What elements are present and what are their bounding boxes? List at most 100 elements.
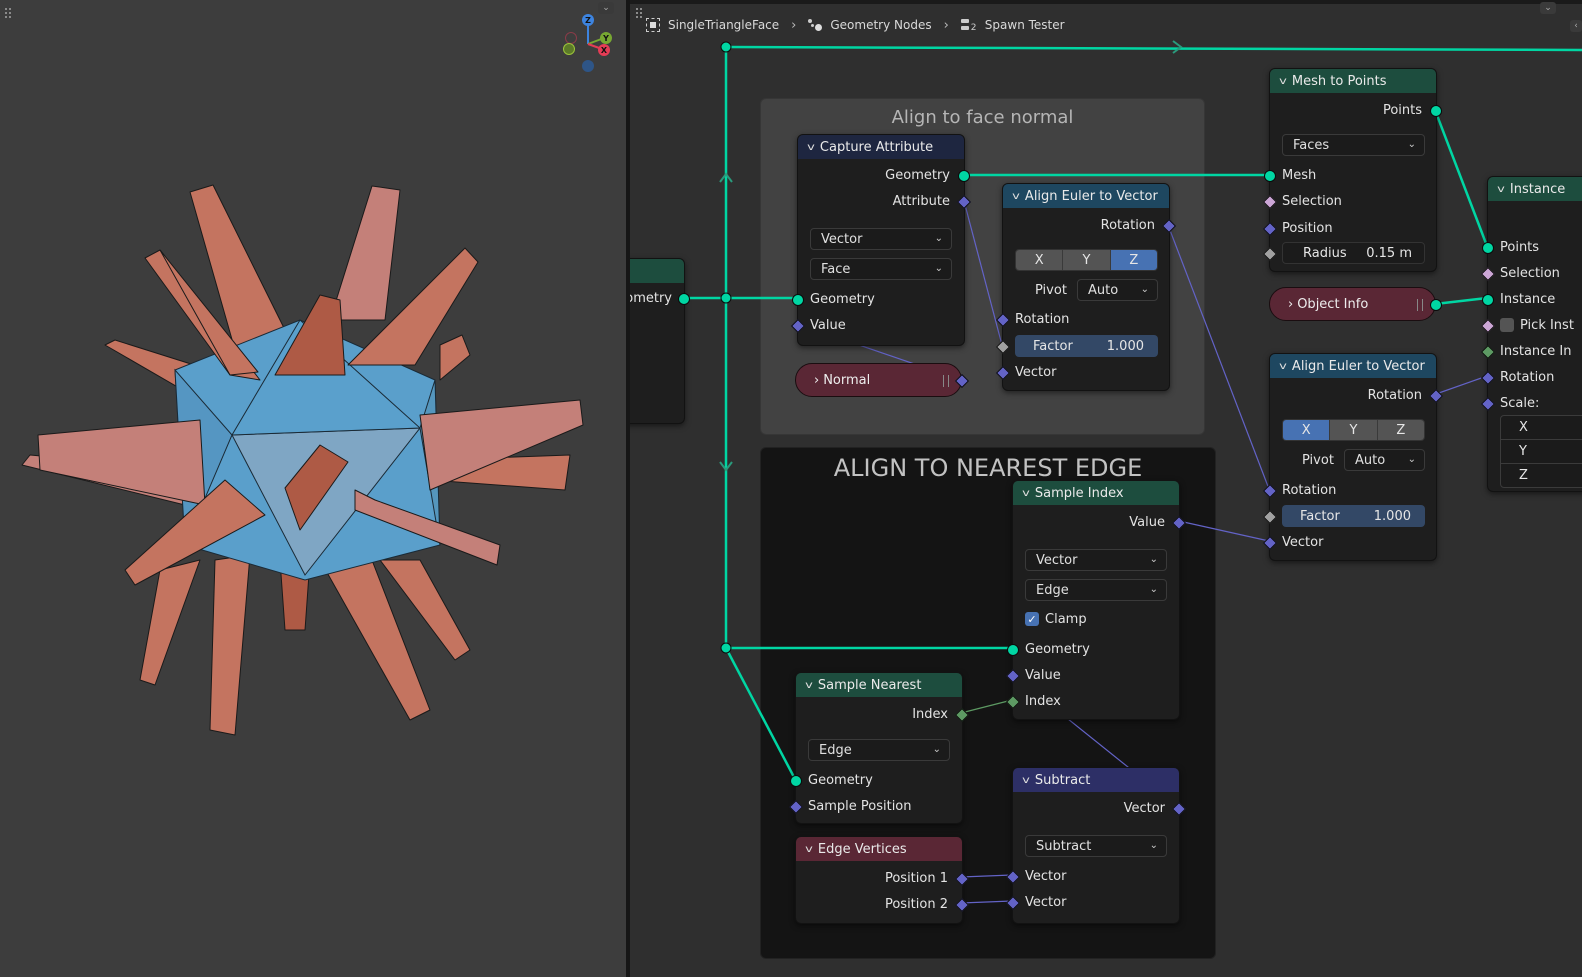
node-vector-math-subtract[interactable]: v Subtract Vector Subtract ⌄ Vector Vector	[1005, 767, 1187, 924]
scale-x-field[interactable]: X	[1501, 416, 1582, 440]
link-geometry-sample-nearest	[724, 647, 797, 780]
socket-geometry-output[interactable]	[958, 170, 970, 182]
node-header[interactable]: v Mesh to Points	[1270, 69, 1436, 93]
socket-row: Index	[912, 706, 948, 722]
socket-geometry-output[interactable]	[678, 293, 690, 305]
node-header[interactable]: v Sample Index	[1013, 481, 1179, 505]
factor-slider[interactable]: Factor 1.000	[1015, 335, 1158, 357]
node-edge-vertices[interactable]: v Edge Vertices Position 1 Position 2	[795, 836, 970, 924]
pivot-dropdown[interactable]: Auto ⌄	[1344, 449, 1425, 471]
mode-dropdown[interactable]: Faces ⌄	[1282, 134, 1425, 156]
node-normal[interactable]: › Normal	[795, 363, 962, 397]
chevron-down-icon: ⌄	[1149, 840, 1158, 851]
socket-row: Geometry	[810, 291, 875, 307]
node-header[interactable]: v Align Euler to Vector	[1270, 354, 1436, 378]
collapse-chevron-icon[interactable]: v	[805, 680, 813, 691]
socket-points-input[interactable]	[1482, 242, 1494, 254]
node-object-info[interactable]: › Object Info	[1269, 287, 1436, 321]
data-type-dropdown[interactable]: Vector ⌄	[810, 228, 952, 250]
socket-object-info-output[interactable]	[1430, 299, 1442, 311]
node-sample-nearest[interactable]: v Sample Nearest Index Edge ⌄ Geometry Sam…	[788, 672, 970, 824]
collapse-chevron-icon[interactable]: v	[1279, 76, 1287, 87]
node-header[interactable]: v Instance	[1488, 177, 1582, 201]
collapse-chevron-icon[interactable]: v	[1012, 191, 1020, 202]
socket-row: Attribute	[892, 193, 950, 209]
socket-row: Selection	[1282, 193, 1342, 209]
axis-x-button[interactable]: X	[1283, 420, 1331, 440]
pick-instance-row[interactable]: Pick Inst	[1488, 314, 1582, 336]
radius-field[interactable]: Radius 0.15 m	[1282, 242, 1425, 264]
drag-handle-icon[interactable]	[943, 375, 949, 387]
socket-row: Index	[1025, 693, 1061, 709]
socket-row: Selection	[1500, 265, 1560, 281]
domain-dropdown[interactable]: Face ⌄	[810, 258, 952, 280]
socket-points-output[interactable]	[1430, 105, 1442, 117]
scale-z-field[interactable]: Z	[1501, 464, 1582, 487]
node-capture-attribute[interactable]: v Capture Attribute Geometry Attribute Ve…	[790, 134, 972, 346]
node-editor[interactable]: ⌄ SingleTriangleFace › Geometry Nodes › …	[630, 0, 1582, 977]
socket-geometry-input[interactable]	[1007, 644, 1019, 656]
node-align-euler-to-vector[interactable]: v Align Euler to Vector Rotation X Y Z Pi…	[995, 183, 1177, 391]
expand-chevron-icon[interactable]: ›	[814, 373, 819, 388]
socket-row: Value	[1025, 667, 1061, 683]
axis-y-button[interactable]: Y	[1063, 250, 1111, 270]
socket-geometry-input[interactable]	[792, 294, 804, 306]
operation-dropdown[interactable]: Subtract ⌄	[1025, 835, 1167, 857]
link-object-instance	[1434, 296, 1488, 306]
collapse-chevron-icon[interactable]: v	[1022, 488, 1030, 499]
axis-selector[interactable]: X Y Z	[1015, 249, 1158, 271]
collapse-chevron-icon[interactable]: v	[807, 142, 815, 153]
link-geometry-top	[725, 45, 1582, 52]
3d-viewport[interactable]: ⌄ Z Y X	[0, 0, 626, 977]
socket-row: Geometry	[1025, 641, 1090, 657]
reroute-arrow-icon	[1172, 40, 1183, 54]
scale-vector-field[interactable]: X Y Z	[1500, 415, 1582, 488]
axis-z-button[interactable]: Z	[1377, 420, 1424, 440]
drag-handle-icon[interactable]	[1417, 299, 1423, 311]
axis-selector[interactable]: X Y Z	[1282, 419, 1425, 441]
viewport-scene	[21, 184, 584, 736]
node-sample-index[interactable]: v Sample Index Value Vector ⌄ Edge ⌄ ✓ Clamp…	[1005, 480, 1187, 720]
node-header[interactable]: v Align Euler to Vector	[1003, 184, 1169, 208]
link-index-index	[960, 699, 1013, 714]
domain-dropdown[interactable]: Edge ⌄	[1025, 579, 1167, 601]
node-header[interactable]: v Capture Attribute	[798, 135, 964, 159]
node-header[interactable]	[630, 259, 684, 283]
domain-dropdown[interactable]: Edge ⌄	[808, 739, 950, 761]
link-attribute-vector	[963, 200, 1003, 346]
collapse-chevron-icon[interactable]: v	[805, 844, 813, 855]
data-type-dropdown[interactable]: Vector ⌄	[1025, 549, 1167, 571]
node-header[interactable]: v Subtract	[1013, 768, 1179, 792]
socket-row-geometry-out: ometry	[630, 290, 672, 306]
socket-geometry-input[interactable]	[790, 775, 802, 787]
node-mesh-to-points[interactable]: v Mesh to Points Points Faces ⌄ Mesh Selec…	[1262, 68, 1442, 272]
axis-z-button[interactable]: Z	[1110, 250, 1157, 270]
socket-row: Instance In	[1500, 343, 1572, 359]
clamp-checkbox-row[interactable]: ✓ Clamp	[1025, 608, 1179, 630]
node-header[interactable]: v Sample Nearest	[796, 673, 962, 697]
sidebar-toggle-icon[interactable]: ‹	[1570, 20, 1582, 32]
node-instance-on-points[interactable]: v Instance Points Selection Instance Pick…	[1480, 176, 1582, 492]
scale-y-field[interactable]: Y	[1501, 440, 1582, 464]
node-header[interactable]: v Edge Vertices	[796, 837, 962, 861]
node-align-euler-to-vector[interactable]: v Align Euler to Vector Rotation X Y Z Pi…	[1262, 353, 1444, 561]
node-group-input[interactable]: ometry	[630, 258, 690, 424]
socket-row: Points	[1500, 239, 1540, 255]
socket-row: Position 1	[884, 870, 948, 886]
socket-row: Scale:	[1500, 395, 1540, 411]
collapse-chevron-icon[interactable]: v	[1497, 184, 1505, 195]
factor-slider[interactable]: Factor 1.000	[1282, 505, 1425, 527]
expand-chevron-icon[interactable]: ›	[1288, 297, 1293, 312]
pivot-dropdown[interactable]: Auto ⌄	[1077, 279, 1158, 301]
clamp-checkbox[interactable]: ✓	[1025, 612, 1039, 626]
socket-instance-input[interactable]	[1482, 294, 1494, 306]
chevron-down-icon: ⌄	[934, 263, 943, 274]
axis-y-button[interactable]: Y	[1330, 420, 1378, 440]
socket-mesh-input[interactable]	[1264, 170, 1276, 182]
axis-x-button[interactable]: X	[1016, 250, 1064, 270]
reroute-node	[720, 292, 732, 304]
pick-instance-checkbox[interactable]	[1500, 318, 1514, 332]
collapse-chevron-icon[interactable]: v	[1279, 361, 1287, 372]
collapse-chevron-icon[interactable]: v	[1022, 775, 1030, 786]
socket-row: Position	[1282, 220, 1333, 236]
